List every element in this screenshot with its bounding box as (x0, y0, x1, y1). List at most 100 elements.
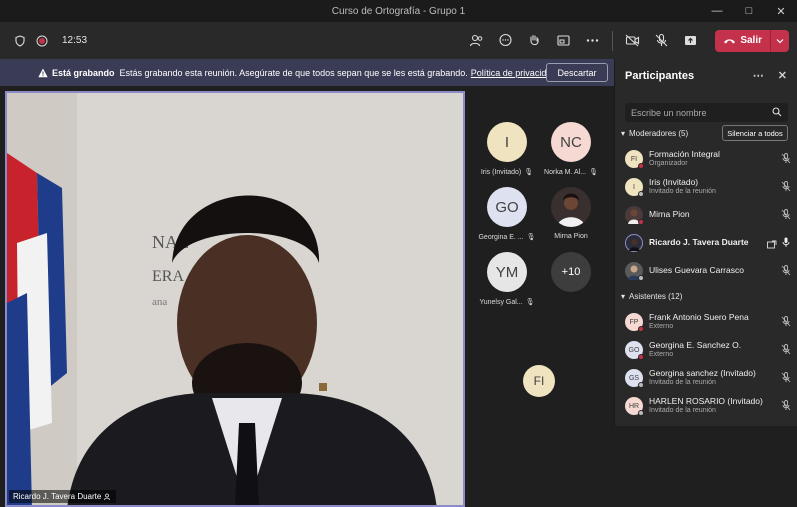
participant-row[interactable]: GO Georgina E. Sanchez O. Externo (625, 338, 791, 362)
panel-header: Participantes ⋯ ✕ (615, 59, 797, 93)
privacy-policy-link[interactable]: Política de privacidad (471, 68, 557, 78)
people-small-icon (104, 493, 111, 500)
meeting-stage: NAL ERA ana Ricardo J. Tavera Duarte I I… (0, 86, 614, 507)
avatar: FP (625, 313, 644, 332)
mic-off-icon: 🎙︎ (589, 169, 598, 176)
mic-off-icon: 🎙︎ (524, 169, 534, 176)
tile-label: Iris (Invitado) 🎙︎ (477, 168, 537, 177)
presence-dot (638, 163, 644, 169)
speaker-video[interactable]: NAL ERA ana Ricardo J. Tavera Duarte (5, 91, 465, 507)
rooms-icon (557, 35, 570, 46)
mute-all-button[interactable]: Silenciar a todos (722, 125, 788, 141)
participant-row[interactable]: FP Frank Antonio Suero Pena Externo (625, 310, 791, 334)
participant-role: Invitado de la reunión (649, 406, 716, 414)
participant-tile[interactable]: GO Georgina E. ... 🎙︎ (477, 187, 537, 241)
tile-name: Mirna Pion (554, 233, 588, 240)
participant-tile[interactable]: Mirna Pion (541, 187, 601, 240)
presence-dot (638, 326, 644, 332)
leave-button[interactable]: Salir (715, 29, 789, 52)
minimize-icon[interactable]: — (701, 0, 733, 22)
recording-banner: Está grabando Estás grabando esta reunió… (0, 59, 614, 86)
share-icon (685, 36, 697, 45)
moderators-label: Moderadores (5) (629, 129, 689, 138)
mic-button[interactable] (647, 22, 676, 59)
participant-role: Externo (649, 322, 674, 330)
avatar: FI (523, 365, 555, 397)
more-participants-tile[interactable]: +10 (541, 252, 601, 292)
participant-row[interactable]: HR HARLEN ROSARIO (Invitado) Invitado de … (625, 394, 791, 418)
mic-off-icon (781, 265, 791, 276)
shield-icon[interactable] (14, 34, 26, 47)
participant-row[interactable]: Ricardo J. Tavera Duarte (625, 231, 791, 255)
participant-role: Organizador (649, 159, 688, 167)
leave-main[interactable]: Salir (715, 29, 771, 52)
participants-button[interactable] (462, 22, 491, 59)
chat-button[interactable] (491, 22, 520, 59)
moderators-section-header[interactable]: ▾ Moderadores (5) (621, 129, 688, 138)
avatar: YM (487, 252, 527, 292)
tile-label: Mirna Pion (541, 233, 601, 240)
attendees-label: Asistentes (12) (629, 292, 683, 301)
maximize-icon[interactable]: □ (733, 0, 765, 22)
avatar-initials: I (633, 183, 635, 191)
avatar: I (487, 122, 527, 162)
tile-label: Yunelsy Gal... 🎙︎ (477, 298, 537, 307)
avatar: GO (487, 187, 527, 227)
hangup-icon (724, 38, 736, 43)
participant-row[interactable]: I Iris (Invitado) Invitado de la reunión (625, 175, 791, 199)
banner-title: Está grabando (52, 67, 115, 78)
chevron-down-icon: ▾ (621, 129, 626, 138)
participant-row[interactable]: Mirna Pion (625, 203, 791, 227)
rooms-button[interactable] (549, 22, 578, 59)
close-window-icon[interactable]: ✕ (765, 0, 797, 22)
panel-more-icon[interactable]: ⋯ (753, 69, 764, 82)
window-controls: — □ ✕ (701, 0, 797, 22)
close-panel-icon[interactable]: ✕ (778, 69, 787, 82)
mic-off-icon (781, 372, 791, 383)
speaker-name: Ricardo J. Tavera Duarte (13, 492, 102, 501)
tile-label: Norka M. Al... 🎙︎ (541, 168, 601, 177)
participant-role: Invitado de la reunión (649, 187, 716, 195)
camera-off-icon (625, 34, 640, 47)
participant-row[interactable]: FI Formación Integral Organizador (625, 147, 791, 171)
participant-row[interactable]: Ulises Guevara Carrasco (625, 259, 791, 283)
reactions-button[interactable] (520, 22, 549, 59)
search-placeholder: Escribe un nombre (631, 107, 707, 118)
avatar: NC (551, 122, 591, 162)
mic-off-icon: 🎙︎ (525, 299, 535, 306)
participant-name: Georgina sanchez (Invitado) (649, 368, 756, 379)
title-bar: Curso de Ortografía - Grupo 1 — □ ✕ (0, 0, 797, 22)
mic-off-icon (781, 209, 791, 220)
wall-sign-text-2: ERA (152, 268, 184, 285)
camera-button[interactable] (618, 22, 647, 59)
toolbar-divider (612, 30, 614, 51)
participant-role: Externo (649, 350, 674, 358)
more-actions-button[interactable] (578, 22, 607, 59)
participant-tile[interactable]: YM Yunelsy Gal... 🎙︎ (477, 252, 537, 306)
avatar-initials: GS (628, 374, 640, 382)
leave-options-button[interactable] (771, 30, 789, 52)
dismiss-button[interactable]: Descartar (546, 63, 608, 82)
avatar: HR (625, 397, 644, 416)
meeting-toolbar: 12:53 Salir (0, 22, 797, 59)
mic-off-icon (781, 400, 791, 411)
share-button[interactable] (676, 22, 705, 59)
more-participants-count: +10 (551, 252, 591, 292)
mic-off-icon: 🎙︎ (526, 234, 536, 241)
participant-row[interactable]: GS Georgina sanchez (Invitado) Invitado d… (625, 366, 791, 390)
leave-label: Salir (740, 35, 762, 46)
speaker-name-tag: Ricardo J. Tavera Duarte (9, 490, 117, 503)
chevron-down-icon: ▾ (621, 292, 626, 301)
participant-tile[interactable]: NC Norka M. Al... 🎙︎ (541, 122, 601, 176)
self-tile[interactable]: FI (509, 365, 569, 397)
search-input[interactable]: Escribe un nombre (625, 103, 788, 122)
participant-name: Georgina E. Sanchez O. (649, 340, 742, 351)
presence-dot (638, 191, 644, 197)
recording-icon[interactable] (36, 35, 48, 47)
participant-name: HARLEN ROSARIO (Invitado) (649, 396, 763, 407)
banner-message: Estás grabando esta reunión. Asegúrate d… (119, 67, 468, 78)
participant-name: Mirna Pion (649, 209, 690, 220)
participant-tile[interactable]: I Iris (Invitado) 🎙︎ (477, 122, 537, 176)
attendees-section-header[interactable]: ▾ Asistentes (12) (621, 292, 682, 301)
speaker-video-image: NAL ERA ana (7, 93, 463, 505)
